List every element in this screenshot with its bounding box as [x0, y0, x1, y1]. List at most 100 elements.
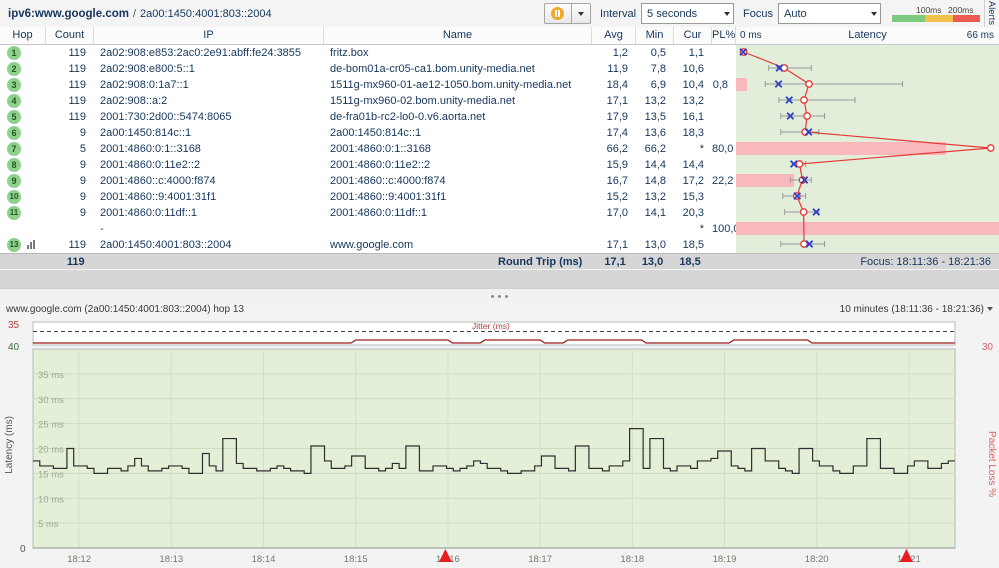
column-header-name[interactable]: Name: [324, 27, 592, 44]
table-row[interactable]: 3 119 2a02:908:0:1a7::1 1511g-mx960-01-ae12…: [0, 77, 999, 93]
column-header-latency[interactable]: 0 ms Latency 66 ms: [736, 27, 999, 44]
hop-number-badge: 9: [7, 174, 21, 188]
legend-color-strip: [892, 15, 980, 22]
packetloss-band: [736, 142, 946, 155]
ip-cell: 2001:4860::c:4000:f874: [100, 175, 216, 187]
cur-cell: 10,6: [682, 63, 704, 75]
timeline-chart-pane: www.google.com (2a00:1450:4001:803::2004…: [0, 302, 999, 565]
chart-target-label: www.google.com (2a00:1450:4001:803::2004…: [6, 303, 244, 315]
min-cell: 7,8: [650, 63, 666, 75]
svg-text:5 ms: 5 ms: [38, 519, 59, 530]
latency-cell[interactable]: [736, 93, 999, 109]
jitter-series-label: Jitter (ms): [472, 321, 510, 331]
hop-number-badge: 8: [7, 158, 21, 172]
latency-cell[interactable]: [736, 125, 999, 141]
focus-value: Auto: [784, 7, 807, 20]
pause-button[interactable]: [543, 3, 571, 24]
pause-dropdown-button[interactable]: [570, 3, 591, 24]
table-row[interactable]: 9 9 2001:4860::c:4000:f874 2001:4860::c:400…: [0, 173, 999, 189]
summary-focus-range: Focus: 18:11:36 - 18:21:36: [860, 255, 991, 268]
table-row[interactable]: 8 9 2001:4860:0:11e2::2 2001:4860:0:11e2::2…: [0, 157, 999, 173]
packetloss-cell: 0,8: [712, 79, 728, 91]
column-header-ip[interactable]: IP: [94, 27, 324, 44]
hop-number-badge: 2: [7, 62, 21, 76]
ip-cell: 2001:4860::9:4001:31f1: [100, 191, 217, 203]
column-header-hop[interactable]: Hop: [0, 27, 46, 44]
avg-cell: 15,2: [606, 191, 628, 203]
pause-button-group[interactable]: [543, 3, 591, 24]
avg-cell: [592, 221, 636, 237]
table-row[interactable]: 11 9 2001:4860:0:11df::1 2001:4860:0:11df::…: [0, 205, 999, 221]
table-body: 1 119 2a02:908:e853:2ac0:2e91:abff:fe24:38…: [0, 45, 999, 253]
name-cell: 2001:4860:0:11df::1: [330, 207, 428, 219]
table-row[interactable]: 6 9 2a00:1450:814c::1 2a00:1450:814c::1 17,4…: [0, 125, 999, 141]
latency-cell[interactable]: [736, 189, 999, 205]
jitter-axis-max: 35: [8, 320, 20, 331]
cur-cell: 16,1: [682, 111, 704, 123]
table-row[interactable]: - * 100,0: [0, 221, 999, 237]
column-header-count[interactable]: Count: [46, 27, 94, 44]
table-row[interactable]: 7 5 2001:4860:0:1::3168 2001:4860:0:1::3168…: [0, 141, 999, 157]
splitter-dot: [498, 294, 501, 298]
latency-cell[interactable]: [736, 109, 999, 125]
svg-text:18:14: 18:14: [252, 554, 276, 565]
packetloss-band: [736, 78, 747, 91]
table-header-row: Hop Count IP Name Avg Min Cur PL% 0 ms L…: [0, 27, 999, 45]
column-header-min[interactable]: Min: [636, 27, 674, 44]
svg-text:18:18: 18:18: [620, 554, 644, 565]
table-row[interactable]: 2 119 2a02:908:e800:5::1 de-bom01a-cr05-ca1…: [0, 61, 999, 77]
latency-cell[interactable]: [736, 237, 999, 253]
min-cell: 13,0: [644, 239, 666, 251]
latency-axis-zero: 0: [20, 544, 26, 555]
latency-cell[interactable]: [736, 61, 999, 77]
chart-range-select[interactable]: 10 minutes (18:11:36 - 18:21:36): [840, 304, 993, 315]
count-cell: 119: [68, 111, 86, 123]
alerts-tab-label: Alerts: [987, 1, 997, 26]
hop-cell: 9: [0, 173, 46, 189]
latency-cell[interactable]: [736, 157, 999, 173]
bar-chart-icon[interactable]: [27, 240, 37, 249]
latency-timeline-svg[interactable]: 5 ms 10 ms 15 ms 20 ms 25 ms 30 ms 35 ms 18:12 1…: [0, 316, 999, 565]
interval-select[interactable]: 5 seconds: [641, 3, 735, 24]
table-row[interactable]: 13 119 2a00:1450:4001:803::2004 www.google.…: [0, 237, 999, 253]
latency-cell[interactable]: [736, 45, 999, 61]
packetloss-cell: [712, 109, 736, 125]
focus-label: Focus: [743, 7, 773, 20]
count-cell: 119: [68, 47, 86, 59]
target-title: ipv6:www.google.com / 2a00:1450:4001:803…: [0, 8, 272, 20]
latency-cell[interactable]: [736, 77, 999, 93]
avg-cell: 16,7: [606, 175, 628, 187]
column-header-pl[interactable]: PL%: [712, 27, 736, 44]
latency-cell[interactable]: [736, 221, 999, 237]
avg-cell: 17,9: [606, 111, 628, 123]
count-cell: 9: [79, 207, 86, 219]
chart-range-label: 10 minutes (18:11:36 - 18:21:36): [839, 303, 984, 315]
hop-number-badge: 3: [7, 78, 21, 92]
cur-cell: 1,1: [688, 47, 704, 59]
table-row[interactable]: 1 119 2a02:908:e853:2ac0:2e91:abff:fe24:38…: [0, 45, 999, 61]
target-address: 2a00:1450:4001:803::2004: [140, 7, 272, 20]
legend-color-red: [953, 15, 980, 22]
column-header-cur[interactable]: Cur: [674, 27, 712, 44]
svg-text:25 ms: 25 ms: [38, 420, 64, 431]
hop-cell: 11: [0, 205, 46, 221]
name-cell: 1511g-mx960-01-ae12-1050.bom.unity-media…: [330, 79, 572, 91]
pause-icon: [551, 7, 565, 20]
table-row[interactable]: 4 119 2a02:908::a:2 1511g-mx960-02.bom.unit…: [0, 93, 999, 109]
table-row[interactable]: 5 119 2001:730:2d00::5474:8065 de-fra01b-rc…: [0, 109, 999, 125]
latency-cell[interactable]: [736, 141, 999, 157]
latency-cell[interactable]: [736, 173, 999, 189]
hop-cell: 8: [0, 157, 46, 173]
table-row[interactable]: 10 9 2001:4860::9:4001:31f1 2001:4860::9:40…: [0, 189, 999, 205]
latency-cell[interactable]: [736, 205, 999, 221]
column-header-avg[interactable]: Avg: [592, 27, 636, 44]
interval-label: Interval: [599, 7, 637, 20]
alerts-sidebar-tab[interactable]: Alerts: [984, 0, 999, 27]
target-hostname: ipv6:www.google.com: [8, 7, 129, 20]
latency-title: Latency: [848, 29, 887, 41]
cur-cell: 14,4: [682, 159, 704, 171]
avg-cell: 1,2: [612, 47, 628, 59]
focus-select[interactable]: Auto: [778, 3, 881, 24]
count-cell: [46, 221, 94, 237]
hop-cell: 1: [0, 45, 46, 61]
